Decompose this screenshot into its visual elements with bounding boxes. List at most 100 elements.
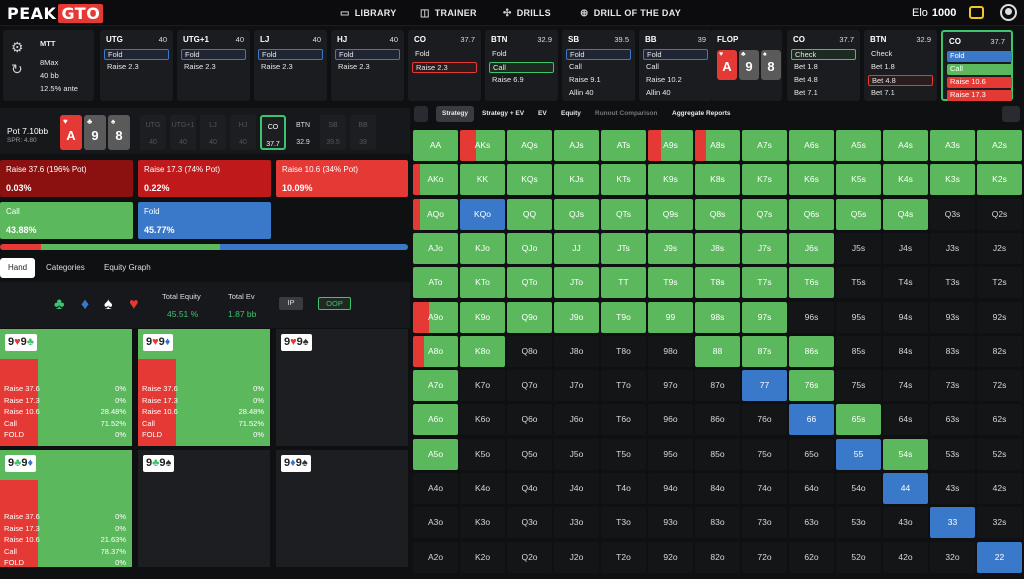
range-cell[interactable]: J4s [883, 232, 928, 264]
range-cell[interactable]: Q8s [695, 198, 740, 230]
range-cell[interactable]: K6o [460, 404, 505, 436]
position-utg-plus-1[interactable]: UTG+1 40 Fold Raise 2.3 [177, 30, 250, 101]
range-cell[interactable]: Q3o [507, 507, 552, 539]
tab-runout-comparison[interactable]: Runout Comparison [595, 106, 657, 122]
club-filter-icon[interactable]: ♣ [54, 296, 65, 314]
hand-combo[interactable]: 9♦9♠ [276, 450, 408, 567]
range-cell[interactable]: 95o [648, 438, 693, 470]
range-cell[interactable]: K3o [460, 507, 505, 539]
range-cell[interactable]: K8o [460, 335, 505, 367]
range-cell[interactable]: A9o [413, 301, 458, 333]
position-bb[interactable]: BB 39 Fold Call Raise 10.2 Allin 40 [639, 30, 712, 101]
range-cell[interactable]: T4s [883, 267, 928, 299]
hand-combo[interactable]: 9♣9♠ [138, 450, 270, 567]
range-cell[interactable]: 22 [977, 541, 1022, 573]
range-cell[interactable]: 94o [648, 473, 693, 504]
heart-filter-icon[interactable]: ♥ [129, 296, 139, 314]
nav-drill-of-the-day[interactable]: ⊕ DRILL OF THE DAY [580, 0, 681, 26]
range-cell[interactable]: 95s [836, 301, 881, 333]
strategy-option[interactable]: Fold 45.77% [138, 202, 271, 239]
range-cell[interactable]: 86o [695, 404, 740, 436]
range-cell[interactable]: KTo [460, 267, 505, 299]
range-cell[interactable]: JTs [601, 232, 646, 264]
range-cell[interactable]: 76o [742, 404, 787, 436]
action-option[interactable]: Raise 9.1 [566, 75, 631, 86]
tab-aggregate-reports[interactable]: Aggregate Reports [672, 106, 731, 122]
range-cell[interactable]: 77 [742, 370, 787, 402]
range-cell[interactable]: Q4o [507, 473, 552, 504]
range-cell[interactable]: J2o [554, 541, 599, 573]
range-cell[interactable]: T7o [601, 370, 646, 402]
range-cell[interactable]: J3s [930, 232, 975, 264]
seat-utg-plus-1[interactable]: UTG+1 40 [170, 115, 196, 150]
seat-sb[interactable]: SB 39.5 [320, 115, 346, 150]
range-cell[interactable]: JTo [554, 267, 599, 299]
range-cell[interactable]: J5s [836, 232, 881, 264]
range-cell[interactable]: K4o [460, 473, 505, 504]
strategy-option[interactable]: Raise 10.6 (34% Pot) 10.09% [276, 160, 408, 197]
range-cell[interactable]: T3s [930, 267, 975, 299]
range-cell[interactable]: 65s [836, 404, 881, 436]
range-cell[interactable]: K5s [836, 164, 881, 196]
action-option[interactable]: Call [643, 62, 708, 73]
action-option[interactable]: Allin 40 [643, 88, 708, 99]
range-cell[interactable]: 66 [789, 404, 834, 436]
range-cell[interactable]: 75o [742, 438, 787, 470]
range-cell[interactable]: 73o [742, 507, 787, 539]
range-cell[interactable]: AQs [507, 130, 552, 161]
range-cell[interactable]: T8s [695, 267, 740, 299]
postflop-btn-1[interactable]: BTN 32.9 Check Bet 1.8 Bet 4.8 Bet 7.1 [864, 30, 937, 101]
range-cell[interactable]: 63s [930, 404, 975, 436]
hand-combo[interactable]: 9♥9♠ [276, 329, 408, 446]
nav-trainer[interactable]: ◫ TRAINER [420, 0, 477, 26]
range-cell[interactable]: 92o [648, 541, 693, 573]
hand-combo[interactable]: 9♥9♣ Raise 37.6 0% Raise 17.3 0% Raise 10.6 28… [0, 329, 132, 446]
tab-strategy[interactable]: Strategy [436, 106, 475, 122]
action-option[interactable]: Fold [643, 49, 708, 60]
range-cell[interactable]: Q9o [507, 301, 552, 333]
range-cell[interactable]: T2s [977, 267, 1022, 299]
seat-co[interactable]: CO 37.7 [260, 115, 286, 150]
range-cell[interactable]: QJs [554, 198, 599, 230]
range-cell[interactable]: J7s [742, 232, 787, 264]
range-cell[interactable]: 55 [836, 438, 881, 470]
range-cell[interactable]: 97s [742, 301, 787, 333]
range-cell[interactable]: 54o [836, 473, 881, 504]
range-cell[interactable]: A4s [883, 130, 928, 161]
range-cell[interactable]: KQs [507, 164, 552, 196]
range-cell[interactable]: AKo [413, 164, 458, 196]
range-cell[interactable]: 94s [883, 301, 928, 333]
range-cell[interactable]: A8s [695, 130, 740, 161]
range-cell[interactable]: 99 [648, 301, 693, 333]
range-cell[interactable]: AQo [413, 198, 458, 230]
action-option[interactable]: Fold [104, 49, 169, 60]
range-cell[interactable]: 96o [648, 404, 693, 436]
seat-lj[interactable]: LJ 40 [200, 115, 226, 150]
range-cell[interactable]: 73s [930, 370, 975, 402]
range-cell[interactable]: A7o [413, 370, 458, 402]
range-cell[interactable]: 54s [883, 438, 928, 470]
action-option[interactable]: Fold [181, 49, 246, 60]
range-cell[interactable]: J6s [789, 232, 834, 264]
range-cell[interactable]: A4o [413, 473, 458, 504]
action-option[interactable]: Raise 2.3 [104, 62, 169, 73]
range-cell[interactable]: T7s [742, 267, 787, 299]
tab-hand[interactable]: Hand [0, 258, 36, 278]
ip-button[interactable]: IP [279, 297, 303, 310]
spade-filter-icon[interactable]: ♠ [104, 296, 113, 314]
strategy-option[interactable]: Call 43.88% [0, 202, 133, 239]
range-cell[interactable]: T2o [601, 541, 646, 573]
range-cell[interactable]: 74o [742, 473, 787, 504]
range-cell[interactable]: A5o [413, 438, 458, 470]
action-option[interactable]: Bet 7.1 [868, 88, 933, 99]
range-cell[interactable]: T9o [601, 301, 646, 333]
range-cell[interactable]: K7s [742, 164, 787, 196]
range-cell[interactable]: T5s [836, 267, 881, 299]
range-cell[interactable]: K5o [460, 438, 505, 470]
range-cell[interactable]: 52o [836, 541, 881, 573]
range-cell[interactable]: 87s [742, 335, 787, 367]
action-option[interactable]: Raise 2.3 [181, 62, 246, 73]
range-cell[interactable]: 92s [977, 301, 1022, 333]
seat-utg[interactable]: UTG 40 [140, 115, 166, 150]
range-cell[interactable]: A3o [413, 507, 458, 539]
